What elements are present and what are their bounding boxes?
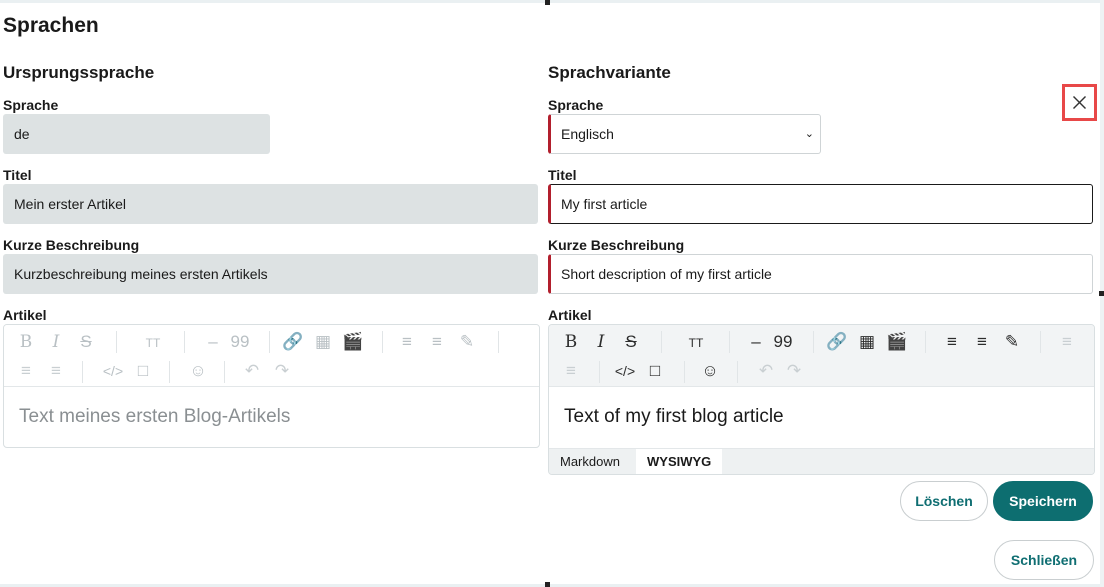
origin-desc-field: Kurzbeschreibung meines ersten Artikels [3,254,538,294]
toolbar-separator [82,361,83,383]
variant-article-label: Artikel [548,307,592,323]
toolbar-separator [925,331,926,353]
resize-handle-right[interactable] [1099,291,1104,296]
toolbar-separator [116,331,117,353]
horizontal-rule-icon: – [208,332,218,351]
outdent-icon: ≡ [51,361,61,380]
video-icon[interactable]: 🎬 [886,332,908,352]
resize-handle-top[interactable] [545,0,550,5]
video-icon: 🎬 [342,332,364,351]
toolbar-separator [169,361,170,383]
emoji-icon[interactable]: ☺ [699,361,721,381]
close-icon-button[interactable] [1062,84,1097,121]
indent-icon[interactable]: ≡ [1056,332,1078,352]
toolbar-separator [382,331,383,353]
toolbar-separator [813,331,814,353]
emoji-icon: ☺ [189,361,207,380]
bullet-list-icon[interactable]: ≡ [941,332,963,352]
quote-icon[interactable]: 99 [772,332,794,352]
origin-language-field: de [3,114,270,154]
image-icon[interactable]: ▦ [856,332,878,352]
origin-title-field: Mein erster Artikel [3,184,538,224]
close-dialog-button[interactable]: Schließen [994,540,1094,580]
chevron-down-icon: ⌄ [804,128,814,140]
horizontal-rule-icon[interactable]: – [745,332,767,352]
bullet-list-icon: ≡ [402,332,412,351]
variant-desc-input[interactable]: Short description of my first article [548,254,1093,294]
toolbar-separator [729,331,730,353]
numbered-list-icon: ≡ [432,332,442,351]
checklist-icon: ✎ [459,332,475,351]
code-block-icon[interactable]: □ [644,361,666,381]
strikethrough-icon: S [80,332,92,351]
page-title: Sprachen [3,14,99,37]
code-icon: </> [102,363,124,379]
frame-top-border [0,0,1104,3]
variant-language-label: Sprache [548,97,604,113]
origin-desc-label: Kurze Beschreibung [3,237,140,253]
toolbar-separator [269,331,270,353]
bold-icon: B [19,332,33,352]
bold-icon[interactable]: B [560,332,582,352]
tab-wysiwyg[interactable]: WYSIWYG [636,449,723,474]
toolbar-separator [599,361,600,383]
toolbar-separator [684,361,685,383]
toolbar-separator [661,331,662,353]
tab-markdown[interactable]: Markdown [549,449,631,474]
variant-editor-toolbar: B I S TT – 99 🔗 ▦ 🎬 ≡ ≡ ✎ ≡ ≡ </> □ ☺ ↶ … [549,325,1094,387]
delete-button[interactable]: Löschen [900,481,988,521]
toolbar-separator [498,331,499,353]
variant-language-select[interactable]: Englisch ⌄ [548,114,821,154]
code-icon[interactable]: </> [614,361,636,381]
image-icon: ▦ [314,332,332,351]
toolbar-separator [1040,331,1041,353]
strikethrough-icon[interactable]: S [620,332,642,352]
outdent-icon[interactable]: ≡ [560,361,582,381]
close-icon [1073,96,1086,109]
variant-article-editor[interactable]: B I S TT – 99 🔗 ▦ 🎬 ≡ ≡ ✎ ≡ ≡ </> □ ☺ ↶ … [548,324,1095,475]
undo-icon[interactable]: ↶ [755,361,777,381]
variant-section-title: Sprachvariante [548,63,671,82]
checklist-icon[interactable]: ✎ [1001,332,1023,352]
origin-editor-toolbar: B I S TT – 99 🔗 ▦ 🎬 ≡ ≡ ✎ ≡ ≡ </> □ ☺ ↶ … [4,325,539,387]
italic-icon: I [52,332,60,352]
italic-icon[interactable]: I [590,332,612,352]
save-button[interactable]: Speichern [993,481,1093,521]
code-block-icon: □ [137,361,149,380]
editor-mode-tabs: Markdown WYSIWYG [549,448,1094,474]
variant-language-value: Englisch [561,126,614,142]
variant-article-text[interactable]: Text of my first blog article [564,406,784,428]
heading-icon: TT [145,336,161,350]
variant-desc-label: Kurze Beschreibung [548,237,685,253]
undo-icon: ↶ [244,361,260,380]
toolbar-separator [737,361,738,383]
heading-icon[interactable]: TT [681,333,711,353]
indent-icon: ≡ [21,361,31,380]
link-icon: 🔗 [282,332,304,351]
origin-article-editor: B I S TT – 99 🔗 ▦ 🎬 ≡ ≡ ✎ ≡ ≡ </> □ ☺ ↶ … [3,324,540,448]
quote-icon: 99 [230,332,250,351]
variant-title-input[interactable]: My first article [548,184,1093,224]
redo-icon[interactable]: ↷ [783,361,805,381]
origin-section-title: Ursprungssprache [3,63,155,82]
variant-title-label: Titel [548,167,577,183]
origin-article-text: Text meines ersten Blog-Artikels [19,406,291,427]
toolbar-separator [184,331,185,353]
origin-article-label: Artikel [3,307,47,323]
link-icon[interactable]: 🔗 [826,332,848,352]
toolbar-separator [224,361,225,383]
origin-language-label: Sprache [3,97,59,113]
numbered-list-icon[interactable]: ≡ [971,332,993,352]
origin-title-label: Titel [3,167,32,183]
redo-icon: ↷ [274,361,290,380]
resize-handle-bottom[interactable] [545,582,550,587]
